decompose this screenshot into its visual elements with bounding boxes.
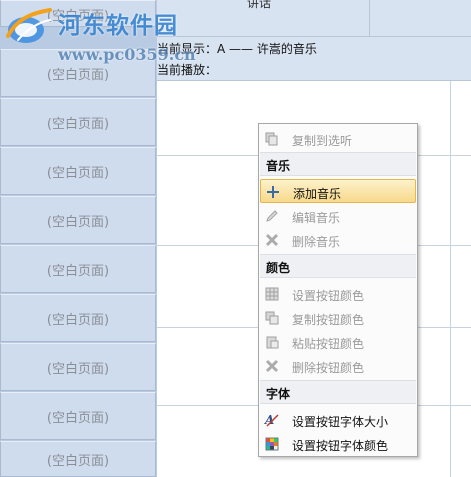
blank-page-label: (空白页面) [46,453,110,469]
blank-page-button[interactable]: (空白页面) [0,294,156,342]
color-grid-icon [264,286,280,302]
menu-item-label: 粘贴按钮颜色 [292,337,365,351]
watermark-logo-icon [6,8,52,43]
menu-item-label: 删除音乐 [292,235,341,249]
blank-page-label: (空白页面) [46,263,110,279]
menu-group-label: 字体 [266,387,291,401]
menu-group-music: 音乐 [260,152,416,176]
copy-icon [264,131,280,147]
menu-item-set-button-color[interactable]: 设置按钮颜色 [260,282,416,306]
menu-item-copy-to-listen[interactable]: 复制到选听 [260,127,416,151]
delete-x-icon [264,232,280,248]
menu-item-label: 设置按钮字体颜色 [292,439,389,453]
current-display-value: A —— 许嵩的音乐 [217,42,317,56]
menu-item-label: 复制按钮颜色 [292,313,365,327]
menu-group-label: 音乐 [266,159,291,173]
menu-item-paste-button-color[interactable]: 粘贴按钮颜色 [260,330,416,354]
menu-item-set-font-size[interactable]: A 设置按钮字体大小 [260,408,416,432]
blank-page-label: (空白页面) [46,67,110,83]
menu-item-label: 添加音乐 [293,187,342,201]
status-panel: 当前显示：A —— 许嵩的音乐 当前播放： [157,37,471,81]
menu-group-color: 颜色 [260,254,416,278]
font-size-icon: A [264,412,280,428]
menu-item-delete-music[interactable]: 删除音乐 [260,228,416,252]
blank-page-button[interactable]: (空白页面) [0,392,156,440]
pencil-icon [264,208,280,224]
blank-page-button[interactable]: (空白页面) [0,343,156,391]
watermark-site-name: 河东软件园 [58,13,178,39]
blank-page-label: (空白页面) [46,361,110,377]
top-button-strip: 讲话 [157,0,471,37]
grid-line [450,81,451,477]
menu-item-copy-button-color[interactable]: 复制按钮颜色 [260,306,416,330]
menu-item-label: 删除按钮颜色 [292,361,365,375]
context-menu: 复制到选听 音乐 添加音乐 编辑音乐 删除音乐 颜色 设置按钮颜色 复制按钮颜色… [258,123,418,457]
blank-page-button[interactable]: (空白页面) [0,441,156,477]
plus-icon [265,184,281,200]
menu-item-label: 复制到选听 [292,134,353,148]
blank-page-button[interactable]: (空白页面) [0,196,156,244]
menu-item-delete-button-color[interactable]: 删除按钮颜色 [260,354,416,378]
blank-page-label: (空白页面) [46,165,110,181]
top-button-label: 讲话 [247,0,272,10]
delete-x-icon [264,358,280,374]
menu-item-edit-music[interactable]: 编辑音乐 [260,204,416,228]
color-palette-icon [264,436,280,452]
blank-page-label: (空白页面) [46,116,110,132]
blank-page-list: (空白页面) (空白页面) (空白页面) (空白页面) (空白页面) (空白页面… [0,0,157,477]
blank-page-button[interactable]: (空白页面) [0,245,156,293]
blank-page-button[interactable]: (空白页面) [0,98,156,146]
blank-page-label: (空白页面) [46,312,110,328]
menu-item-label: 编辑音乐 [292,211,341,225]
menu-group-font: 字体 [260,380,416,404]
menu-item-add-music[interactable]: 添加音乐 [260,179,416,203]
watermark-url: www.pc0359.cn [58,45,196,64]
top-button[interactable] [371,0,471,37]
blank-page-button[interactable]: (空白页面) [0,147,156,195]
blank-page-label: (空白页面) [46,214,110,230]
top-button-speech[interactable]: 讲话 [157,0,370,37]
copy-icon [264,310,280,326]
menu-item-set-font-color[interactable]: 设置按钮字体颜色 [260,432,416,456]
blank-page-label: (空白页面) [46,410,110,426]
current-playing-label: 当前播放： [157,63,218,77]
paste-icon [264,334,280,350]
menu-item-label: 设置按钮颜色 [292,289,365,303]
menu-item-label: 设置按钮字体大小 [292,415,389,429]
menu-group-label: 颜色 [266,261,291,275]
